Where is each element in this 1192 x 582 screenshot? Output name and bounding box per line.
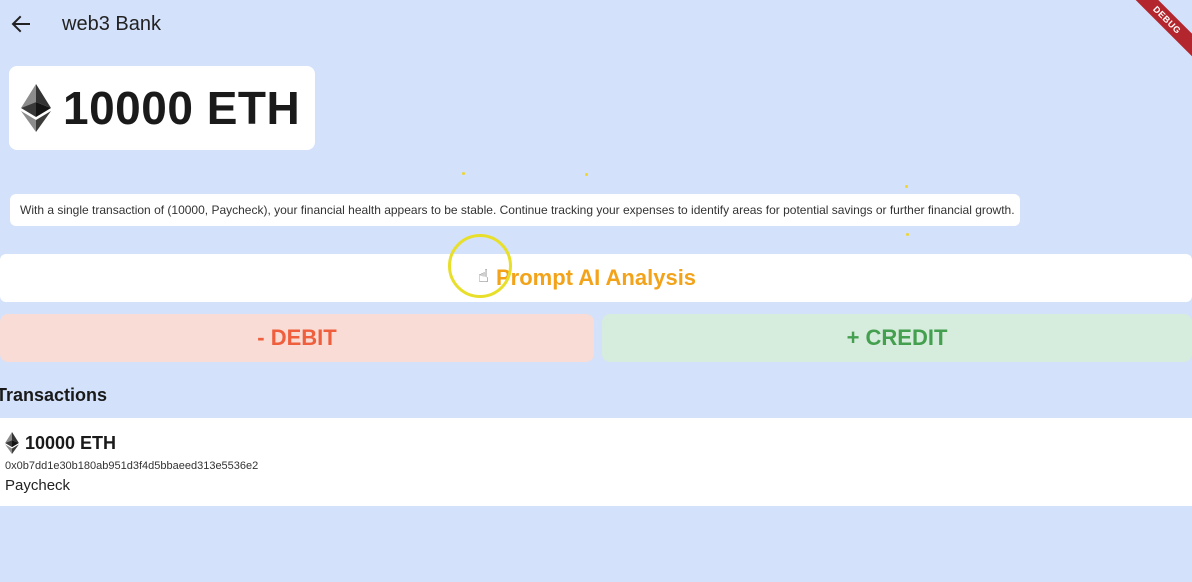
ethereum-icon — [21, 84, 51, 132]
transaction-amount: 10000 ETH — [25, 432, 117, 453]
debit-button[interactable]: - DEBIT — [0, 314, 594, 362]
transaction-item[interactable]: 10000 ETH 0x0b7dd1e30b180ab951d3f4d5bbae… — [0, 418, 1192, 506]
transaction-note: Paycheck — [5, 477, 71, 494]
sparkle-decoration — [905, 185, 908, 188]
app-title: web3 Bank — [62, 13, 161, 35]
transaction-amount-row: 10000 ETH — [5, 432, 116, 454]
back-button[interactable] — [8, 10, 34, 38]
sparkle-decoration — [585, 173, 588, 176]
prompt-ai-analysis-button[interactable]: Prompt AI Analysis — [0, 254, 1192, 302]
balance-amount: 10000 ETH — [63, 82, 301, 134]
transaction-hash: 0x0b7dd1e30b180ab951d3f4d5bbaeed313e5536… — [5, 460, 259, 472]
ethereum-icon — [5, 432, 19, 454]
sparkle-decoration — [462, 172, 465, 175]
balance-card: 10000 ETH — [9, 66, 315, 150]
credit-button[interactable]: + CREDIT — [602, 314, 1192, 362]
arrow-left-icon — [11, 15, 30, 33]
ai-analysis-text: With a single transaction of (10000, Pay… — [10, 194, 1020, 226]
sparkle-decoration — [906, 233, 909, 236]
transactions-heading: Transactions — [0, 385, 108, 405]
app-bar: web3 Bank — [0, 0, 1192, 50]
hand-pointer-icon: ☝ — [478, 266, 489, 286]
